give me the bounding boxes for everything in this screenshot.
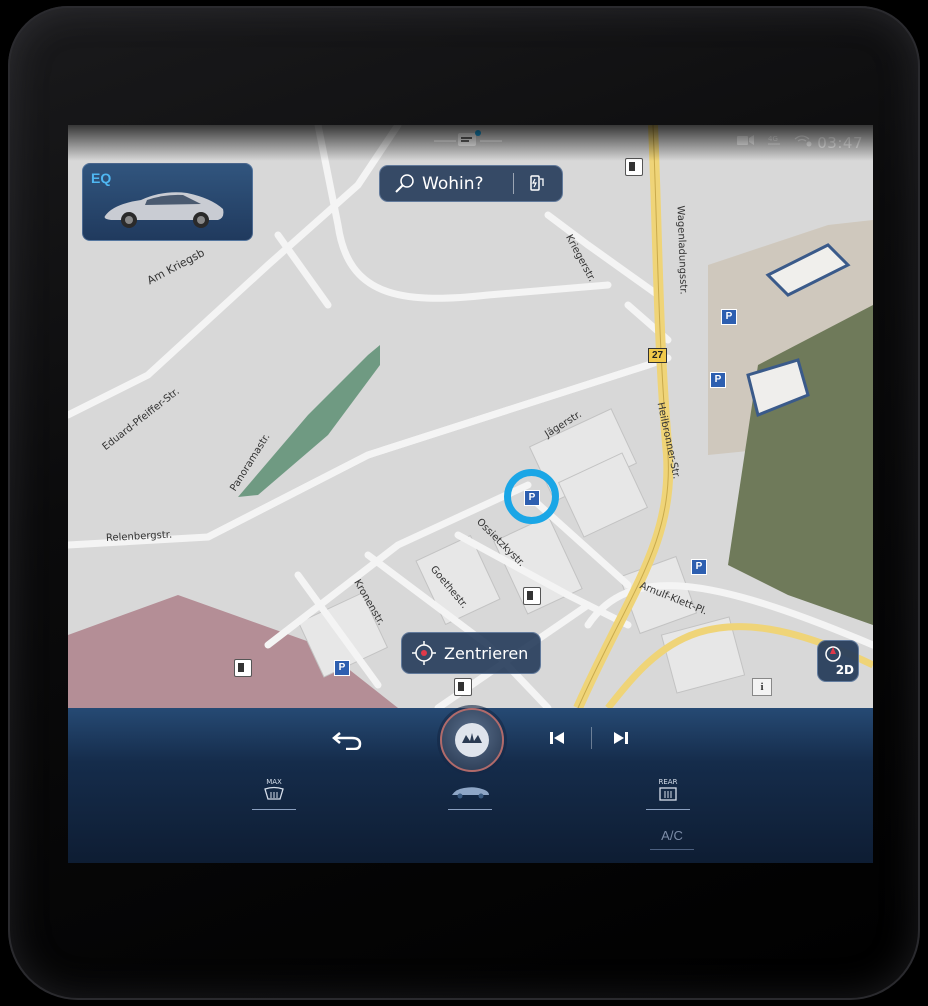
view-mode-label: 2D [835, 663, 854, 677]
parking-poi-icon[interactable]: P [710, 372, 726, 388]
media-divider [591, 727, 592, 749]
parking-poi-icon[interactable]: P [334, 660, 350, 676]
ac-button[interactable]: A/C [650, 828, 694, 850]
climate-car-button[interactable] [448, 784, 492, 812]
charging-station-icon[interactable] [454, 678, 472, 696]
compass-icon [825, 646, 841, 662]
center-map-button[interactable]: Zentrieren [401, 632, 541, 674]
parking-poi-icon[interactable]: P [691, 559, 707, 575]
search-icon [395, 173, 414, 193]
rear-label: REAR [658, 778, 678, 786]
max-label: MAX [266, 778, 282, 786]
message-icon[interactable] [434, 129, 504, 149]
home-button[interactable] [440, 708, 504, 772]
rear-window-defrost-icon [659, 787, 677, 801]
vehicle-status-card[interactable]: EQ [82, 163, 253, 241]
max-defrost-button[interactable]: MAX [252, 778, 296, 810]
parking-poi-icon[interactable]: P [721, 309, 737, 325]
destination-search-button[interactable]: Wohin? [379, 165, 563, 202]
road-number-badge: 27 [648, 348, 667, 363]
status-bar: 4G 03:47 [68, 125, 873, 161]
crosshair-icon [412, 641, 436, 665]
next-track-icon[interactable] [610, 729, 630, 747]
map-view-toggle[interactable]: 2D [817, 640, 859, 682]
car-image [104, 192, 224, 228]
ac-label: A/C [661, 828, 683, 843]
camera-icon [737, 135, 754, 145]
network-4g-icon: 4G [768, 135, 780, 145]
infotainment-screen: Am Kriegsb Eduard-Pfeiffer-Str. Panorama… [68, 125, 873, 863]
selected-parking-icon[interactable]: P [524, 490, 540, 506]
wifi-location-icon [794, 135, 812, 147]
windshield-defrost-icon [264, 786, 284, 800]
brand-logo-icon [455, 723, 489, 757]
map-info-icon[interactable]: i [752, 678, 772, 696]
rear-defrost-button[interactable]: REAR [646, 778, 690, 810]
destination-label: Wohin? [422, 173, 484, 194]
hospital-icon[interactable] [234, 659, 252, 677]
back-icon[interactable] [332, 728, 362, 750]
charging-station-icon[interactable] [530, 174, 546, 192]
car-climate-icon [452, 787, 489, 799]
svg-text:4G: 4G [768, 135, 778, 143]
clock: 03:47 [817, 134, 863, 152]
charging-station-icon[interactable] [523, 587, 541, 605]
center-map-label: Zentrieren [444, 643, 529, 663]
control-bar: MAX REAR A/C [68, 708, 873, 863]
previous-track-icon[interactable] [548, 729, 568, 747]
chip-divider [513, 173, 514, 194]
